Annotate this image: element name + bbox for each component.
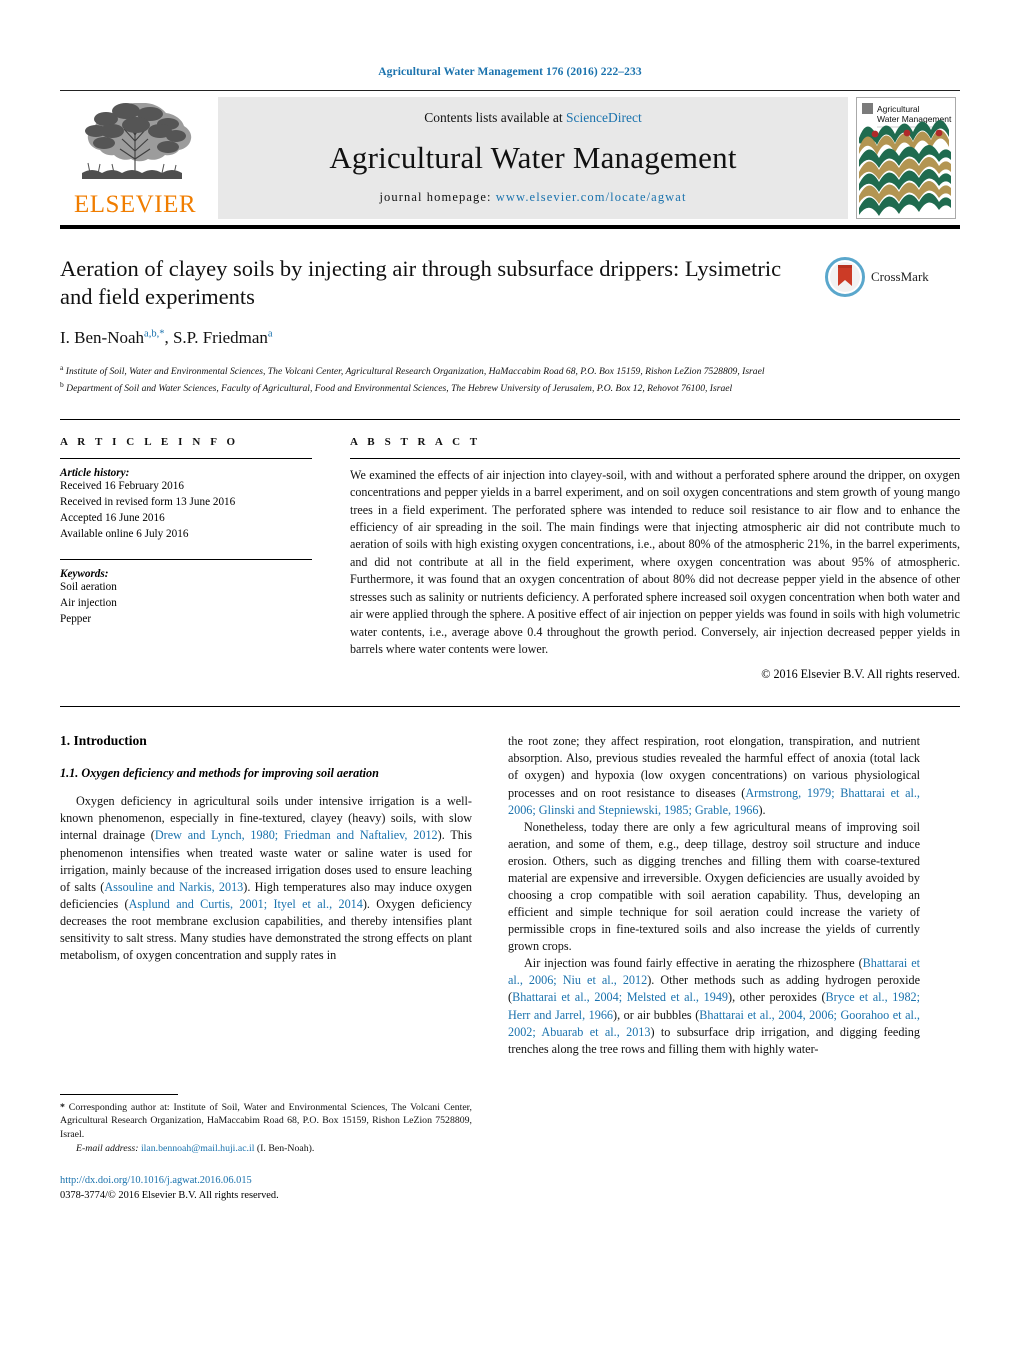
title-block: CrossMark Aeration of clayey soils by in… bbox=[60, 255, 960, 397]
banner-bottom-rule bbox=[60, 225, 960, 229]
journal-homepage-url[interactable]: www.elsevier.com/locate/agwat bbox=[496, 190, 687, 204]
banner-center: Contents lists available at ScienceDirec… bbox=[218, 97, 848, 219]
email-note: E-mail address: ilan.bennoah@mail.huji.a… bbox=[60, 1142, 472, 1156]
paragraph-agricultural-means: Nonetheless, today there are only a few … bbox=[508, 819, 920, 954]
article-info-heading: A R T I C L E I N F O bbox=[60, 435, 239, 448]
abstract-rule bbox=[350, 457, 960, 459]
doi-link[interactable]: http://dx.doi.org/10.1016/j.agwat.2016.0… bbox=[60, 1173, 472, 1188]
footnote-text: Corresponding author at: Institute of So… bbox=[60, 1101, 472, 1141]
affiliation-text: Department of Soil and Water Sciences, F… bbox=[66, 383, 733, 395]
abstract-column: A B S T R A C T We examined the effects … bbox=[350, 436, 960, 682]
paragraph-root-zone: the root zone; they affect respiration, … bbox=[508, 733, 920, 818]
elsevier-wordmark: ELSEVIER bbox=[73, 191, 197, 218]
article-info-rule bbox=[60, 457, 312, 459]
author-name: I. Ben-Noah bbox=[60, 327, 145, 347]
abstract-text: We examined the effects of air injection… bbox=[350, 467, 960, 656]
author-affiliation-markers: a bbox=[267, 328, 273, 340]
issn-copyright-line: 0378-3774/© 2016 Elsevier B.V. All right… bbox=[60, 1190, 279, 1202]
citation-link[interactable]: Assouline and Narkis, 2013 bbox=[104, 880, 243, 894]
elsevier-tree-icon bbox=[82, 103, 192, 179]
affiliation-text: Institute of Soil, Water and Environment… bbox=[65, 365, 765, 377]
elsevier-logo: ELSEVIER bbox=[60, 97, 210, 219]
text-run: ), other peroxides ( bbox=[728, 990, 826, 1005]
abstract-heading: A B S T R A C T bbox=[350, 435, 481, 448]
contents-available-line: Contents lists available at ScienceDirec… bbox=[424, 110, 641, 126]
contents-prefix: Contents lists available at bbox=[424, 110, 566, 125]
article-history-label: Article history: bbox=[60, 466, 130, 479]
body-columns: 1. Introduction 1.1. Oxygen deficiency a… bbox=[60, 733, 960, 1203]
journal-homepage-line: journal homepage: www.elsevier.com/locat… bbox=[379, 190, 686, 205]
svg-text:Agricultural: Agricultural bbox=[877, 104, 920, 114]
section-heading-introduction: 1. Introduction bbox=[60, 733, 147, 749]
crossmark-icon bbox=[825, 257, 865, 297]
affiliation-a: a Institute of Soil, Water and Environme… bbox=[60, 362, 960, 380]
affiliation-b: b Department of Soil and Water Sciences,… bbox=[60, 379, 960, 397]
paper-page: Agricultural Water Management 176 (2016)… bbox=[0, 0, 1020, 1351]
history-received: Received 16 February 2016 bbox=[60, 479, 184, 492]
history-revised: Received in revised form 13 June 2016 bbox=[60, 495, 236, 508]
doi-block: http://dx.doi.org/10.1016/j.agwat.2016.0… bbox=[60, 1173, 472, 1203]
author-affiliation-markers: a,b,* bbox=[144, 328, 165, 340]
text-run: ), or air bubbles ( bbox=[613, 1007, 700, 1022]
text-run: ). bbox=[758, 802, 766, 817]
paragraph-air-injection: Air injection was found fairly effective… bbox=[508, 955, 920, 1057]
running-head: Agricultural Water Management 176 (2016)… bbox=[378, 66, 642, 78]
citation-link[interactable]: Drew and Lynch, 1980; Friedman and Nafta… bbox=[155, 828, 438, 842]
text-run: Air injection was found fairly effective… bbox=[524, 956, 863, 971]
banner-top-rule bbox=[60, 90, 960, 91]
affiliation-marker: b bbox=[60, 380, 64, 390]
homepage-prefix: journal homepage: bbox=[379, 190, 496, 204]
abstract-copyright: © 2016 Elsevier B.V. All rights reserved… bbox=[761, 667, 960, 682]
sciencedirect-link[interactable]: ScienceDirect bbox=[566, 110, 642, 125]
body-top-rule bbox=[60, 706, 960, 708]
affiliation-marker: a bbox=[60, 362, 64, 372]
keyword-item: Pepper bbox=[60, 613, 92, 626]
body-column-right: the root zone; they affect respiration, … bbox=[508, 733, 920, 1203]
keywords-label: Keywords: bbox=[60, 568, 109, 581]
affiliations: a Institute of Soil, Water and Environme… bbox=[60, 362, 960, 397]
footnote-block: * Corresponding author at: Institute of … bbox=[60, 1093, 472, 1204]
citation-link[interactable]: Asplund and Curtis, 2001; Ityel et al., … bbox=[129, 897, 363, 911]
author-list: I. Ben-Noaha,b,*, S.P. Friedmana bbox=[60, 327, 273, 347]
corresponding-author-note: * Corresponding author at: Institute of … bbox=[60, 1101, 472, 1143]
email-label: E-mail address: bbox=[76, 1143, 139, 1155]
keywords-rule bbox=[60, 559, 312, 561]
email-address-link[interactable]: ilan.bennoah@mail.huji.ac.il bbox=[141, 1143, 255, 1154]
subsection-heading-oxygen-deficiency: 1.1. Oxygen deficiency and methods for i… bbox=[60, 766, 379, 781]
journal-title: Agricultural Water Management bbox=[329, 140, 737, 175]
journal-banner: ELSEVIER Contents lists available at Sci… bbox=[60, 97, 960, 219]
paragraph-intro-left: Oxygen deficiency in agricultural soils … bbox=[60, 793, 472, 964]
footnote-rule bbox=[60, 1093, 178, 1095]
crossmark-label: CrossMark bbox=[871, 269, 929, 284]
article-info-column: A R T I C L E I N F O Article history: R… bbox=[60, 436, 312, 682]
journal-cover-thumbnail: Agricultural Water Management bbox=[856, 97, 956, 219]
body-column-left: 1. Introduction 1.1. Oxygen deficiency a… bbox=[60, 733, 472, 1203]
email-owner: (I. Ben-Noah). bbox=[254, 1143, 315, 1155]
citation-link[interactable]: Bhattarai et al., 2004; Melsted et al., … bbox=[512, 990, 728, 1004]
journal-cover-art: Agricultural Water Management bbox=[857, 98, 955, 218]
author-name: S.P. Friedman bbox=[172, 327, 268, 347]
history-accepted: Accepted 16 June 2016 bbox=[60, 511, 165, 524]
crossmark-badge[interactable]: CrossMark bbox=[825, 257, 960, 297]
info-abstract-row: A R T I C L E I N F O Article history: R… bbox=[60, 436, 960, 682]
info-top-rule bbox=[60, 418, 960, 420]
history-online: Available online 6 July 2016 bbox=[60, 527, 189, 540]
keyword-item: Soil aeration bbox=[60, 581, 117, 594]
keyword-item: Air injection bbox=[60, 597, 117, 610]
journal-cover: Agricultural Water Management bbox=[856, 97, 960, 219]
page-title: Aeration of clayey soils by injecting ai… bbox=[60, 256, 782, 310]
